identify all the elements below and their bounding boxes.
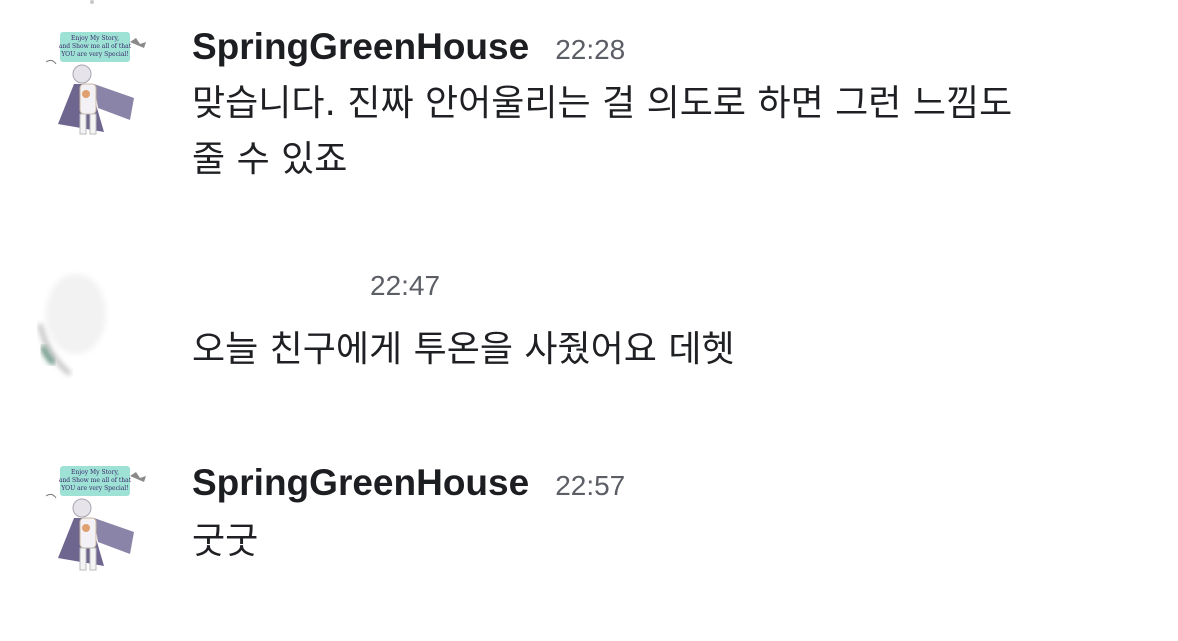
message-line: 줄 수 있죠 — [192, 139, 348, 180]
message-header: SpringGreenHouse 22:57 — [192, 462, 625, 504]
message-content: 굿굿 — [192, 514, 1152, 570]
message-header: SpringGreenHouse 22:28 — [192, 26, 625, 68]
message-line: 맞습니다. 진짜 안어울리는 걸 의도로 하면 그런 느낌도 — [192, 83, 1013, 124]
timestamp[interactable]: 22:47 — [370, 270, 440, 302]
avatar[interactable] — [36, 264, 156, 376]
svg-text:YOU are very Special!: YOU are very Special! — [60, 485, 129, 492]
timestamp[interactable]: 22:57 — [555, 470, 625, 502]
username[interactable]: SpringGreenHouse — [192, 26, 529, 68]
svg-text:and Show me all of that: and Show me all of that — [59, 43, 132, 50]
message-line: 오늘 친구에게 투온을 사줬어요 데헷 — [192, 329, 735, 370]
message-content: 오늘 친구에게 투온을 사줬어요 데헷 — [192, 322, 1152, 378]
avatar[interactable]: Enjoy My Story, and Show me all of that … — [40, 462, 160, 572]
anime-character-avatar-icon: Enjoy My Story, and Show me all of that … — [45, 466, 146, 571]
svg-text:and Show me all of that: and Show me all of that — [59, 477, 132, 484]
svg-text:YOU are very Special!: YOU are very Special! — [60, 51, 129, 58]
message-header: 22:47 — [192, 270, 440, 302]
blurred-avatar-icon — [38, 274, 106, 376]
message-content: 맞습니다. 진짜 안어울리는 걸 의도로 하면 그런 느낌도 줄 수 있죠 — [192, 76, 1152, 188]
avatar[interactable]: Enjoy My Story, and Show me all of that … — [40, 28, 160, 138]
anime-character-avatar-icon: Enjoy My Story, and Show me all of that … — [45, 32, 146, 135]
message-line: 굿굿 — [192, 521, 259, 562]
svg-text:Enjoy My Story,: Enjoy My Story, — [71, 35, 119, 42]
timestamp[interactable]: 22:28 — [555, 34, 625, 66]
svg-text:Enjoy My Story,: Enjoy My Story, — [71, 469, 119, 476]
scroll-edge-mark — [90, 0, 94, 4]
username[interactable]: SpringGreenHouse — [192, 462, 529, 504]
